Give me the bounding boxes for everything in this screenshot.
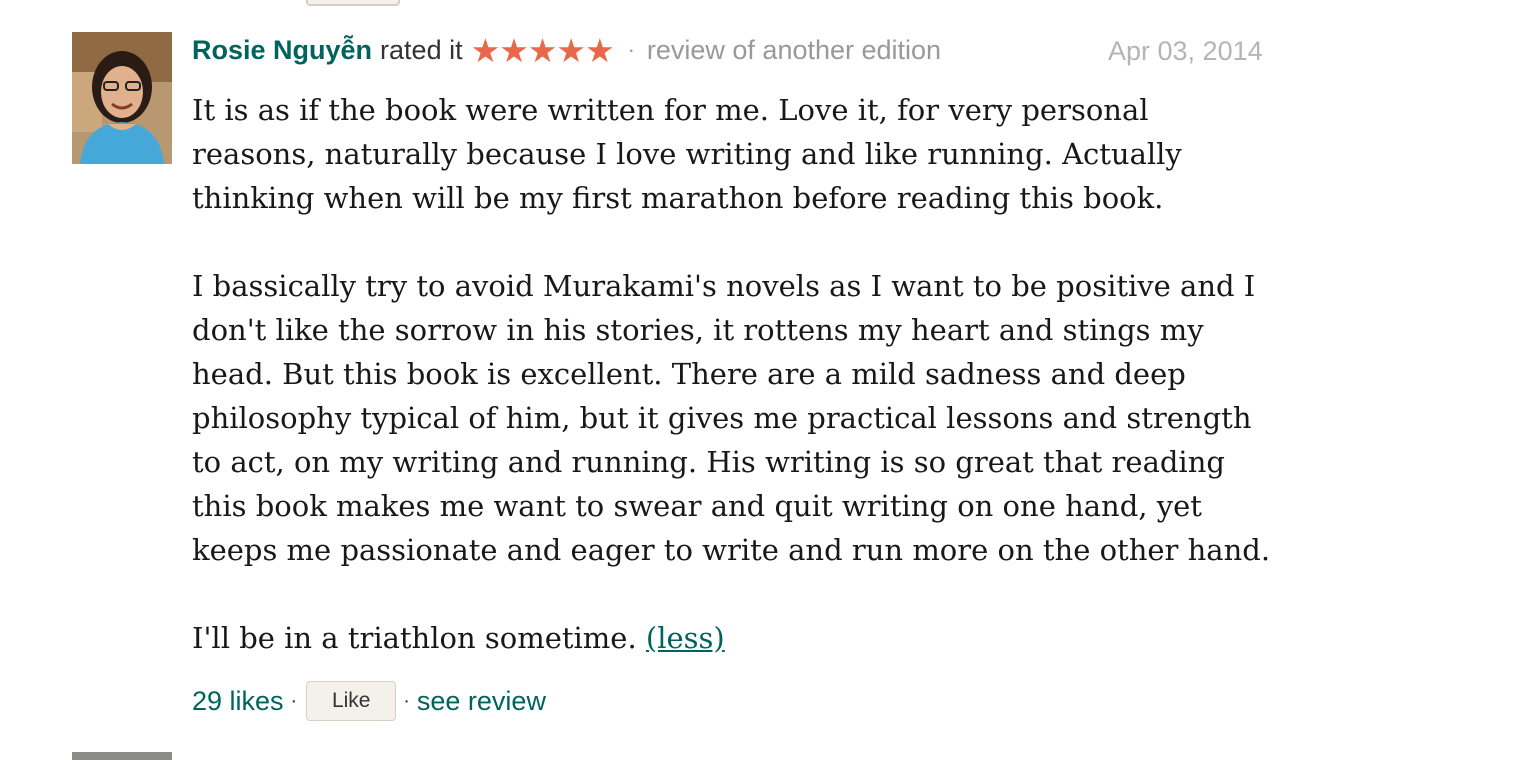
star-icon: ★ bbox=[527, 31, 558, 69]
separator-dot: · bbox=[403, 689, 410, 712]
next-review-header bbox=[192, 755, 892, 760]
show-less-link[interactable]: (less) bbox=[646, 621, 725, 655]
likes-count-link[interactable]: 29 likes bbox=[192, 686, 284, 717]
reviewer-name-link[interactable]: Rosie Nguyễn bbox=[192, 35, 372, 66]
star-icon: ★ bbox=[584, 31, 615, 69]
other-edition-link[interactable]: review of another edition bbox=[647, 35, 941, 66]
next-reviewer-avatar[interactable] bbox=[72, 752, 172, 760]
separator-dot: · bbox=[290, 689, 298, 712]
review-paragraph: It is as if the book were written for me… bbox=[192, 93, 1182, 215]
review-paragraph-last: I'll be in a triathlon sometime. (less) bbox=[192, 616, 1272, 660]
star-icon: ★ bbox=[499, 31, 529, 69]
review-date-link[interactable]: Apr 03, 2014 bbox=[1108, 36, 1263, 67]
previous-like-button[interactable] bbox=[306, 0, 400, 6]
reviewer-avatar[interactable] bbox=[72, 32, 172, 164]
see-review-link[interactable]: see review bbox=[417, 686, 546, 717]
review-footer: 29 likes · Like · see review bbox=[192, 680, 546, 722]
review-header: Rosie Nguyễn rated it ★ ★ ★ ★ ★ · review of … bbox=[192, 30, 941, 70]
review-paragraph-text: I'll be in a triathlon sometime. bbox=[192, 621, 637, 655]
review-text: It is as if the book were written for me… bbox=[192, 88, 1272, 660]
star-rating: ★ ★ ★ ★ ★ bbox=[470, 31, 615, 69]
like-button[interactable]: Like bbox=[306, 681, 397, 721]
separator-dot: · bbox=[627, 37, 635, 62]
star-icon: ★ bbox=[556, 31, 586, 69]
star-icon: ★ bbox=[470, 31, 501, 69]
rated-it-label: rated it bbox=[380, 34, 463, 65]
review-paragraph: I bassically try to avoid Murakami's nov… bbox=[192, 269, 1271, 567]
